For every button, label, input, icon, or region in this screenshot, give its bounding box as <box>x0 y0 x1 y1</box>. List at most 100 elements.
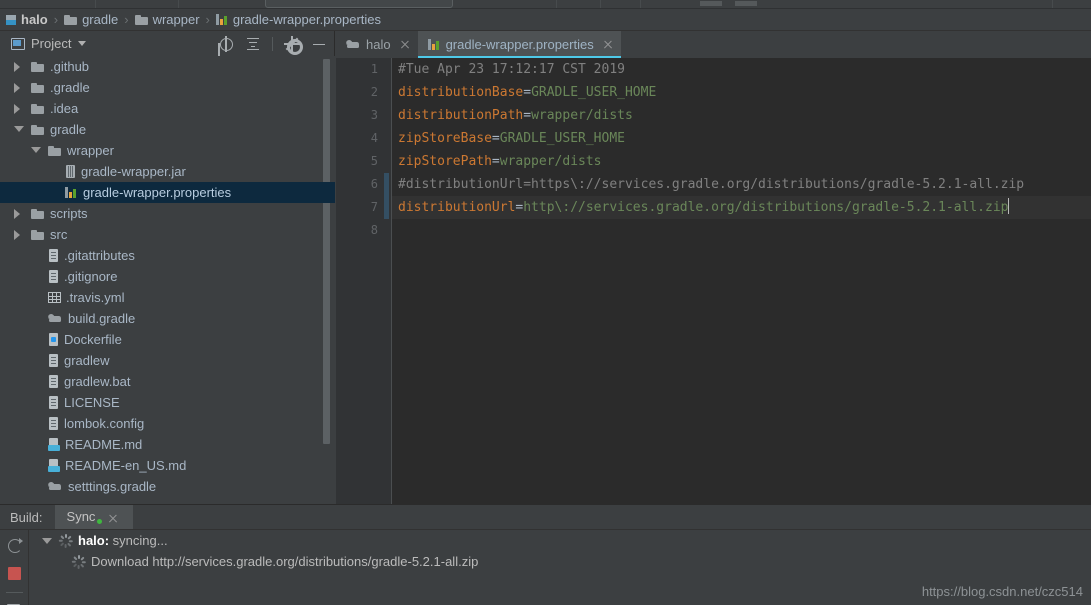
breadcrumb-item-wrapper[interactable]: wrapper <box>134 9 201 31</box>
project-view-selector[interactable]: Project <box>0 36 87 51</box>
code-token-comment: #Tue Apr 23 17:12:17 CST 2019 <box>398 62 625 77</box>
code-token-key: zipStoreBase <box>398 131 492 146</box>
chevron-right-icon[interactable] <box>14 229 20 240</box>
build-side-toolbar <box>0 530 29 605</box>
chevron-right-icon[interactable] <box>14 208 20 219</box>
breadcrumb-item-file[interactable]: gradle-wrapper.properties <box>215 9 382 31</box>
tree-row[interactable]: MD README.md <box>0 434 335 455</box>
build-tab-sync[interactable]: Sync <box>54 505 133 529</box>
tree-row-label: README.md <box>65 437 143 452</box>
code-token-key: distributionBase <box>398 85 524 100</box>
chevron-right-icon[interactable] <box>14 82 20 93</box>
tree-row[interactable]: scripts <box>0 203 335 224</box>
breadcrumb-item-gradle[interactable]: gradle <box>63 9 119 31</box>
folder-icon <box>64 14 78 26</box>
breadcrumb-item-halo[interactable]: halo <box>5 9 49 31</box>
tree-row[interactable]: gradle <box>0 119 335 140</box>
file-icon <box>48 270 59 283</box>
tree-row[interactable]: src <box>0 224 335 245</box>
folder-icon <box>31 103 45 115</box>
tree-row[interactable]: .idea <box>0 98 335 119</box>
chevron-down-icon[interactable] <box>14 126 24 132</box>
tree-row[interactable]: LICENSE <box>0 392 335 413</box>
code-line[interactable]: #Tue Apr 23 17:12:17 CST 2019 <box>392 58 1091 81</box>
build-output-label-text: Download http://services.gradle.org/dist… <box>91 554 479 569</box>
code-token-eq: = <box>491 131 500 146</box>
close-icon[interactable] <box>108 513 118 523</box>
chevron-down-icon[interactable] <box>31 147 41 153</box>
line-number: 1 <box>370 62 378 76</box>
code-line[interactable] <box>392 219 1091 242</box>
line-number: 4 <box>370 131 378 145</box>
tree-row[interactable]: .travis.yml <box>0 287 335 308</box>
code-line[interactable]: distributionBase=GRADLE_USER_HOME <box>392 81 1091 104</box>
gradle-file-icon <box>48 481 63 492</box>
change-marker[interactable] <box>384 196 389 219</box>
tree-row[interactable]: gradle-wrapper.properties <box>0 182 335 203</box>
build-output-row[interactable]: Download http://services.gradle.org/dist… <box>30 551 1091 572</box>
tree-row[interactable]: gradlew <box>0 350 335 371</box>
line-number: 3 <box>370 108 378 122</box>
editor-tab-label: halo <box>366 37 391 52</box>
editor-tab-halo[interactable]: halo <box>336 31 418 58</box>
code-editor[interactable]: 1 2 3 4 5 6 7 8 #Tue Apr 23 17:12:17 CST 2019 di… <box>336 58 1091 504</box>
tree-row[interactable]: .gradle <box>0 77 335 98</box>
gear-icon[interactable] <box>284 35 303 55</box>
project-file-tree[interactable]: .github .gradle .idea gradle wrapper gradle-w… <box>0 56 335 504</box>
folder-icon <box>31 82 45 94</box>
folder-icon <box>31 208 45 220</box>
code-line[interactable]: #distributionUrl=https\://services.gradl… <box>392 173 1091 196</box>
tree-row[interactable]: MD README-en_US.md <box>0 455 335 476</box>
file-icon <box>48 375 59 388</box>
tree-row-label: wrapper <box>67 143 114 158</box>
build-output-row[interactable]: halo: syncing... <box>30 530 1091 551</box>
tree-row-label: .gitignore <box>64 269 118 284</box>
change-marker[interactable] <box>384 173 389 196</box>
code-line[interactable]: zipStorePath=wrapper/dists <box>392 150 1091 173</box>
tree-row[interactable]: Dockerfile <box>0 329 335 350</box>
breadcrumb-label: halo <box>21 12 48 27</box>
code-content[interactable]: #Tue Apr 23 17:12:17 CST 2019 distributio… <box>392 58 1091 504</box>
loading-spinner-icon <box>58 533 73 548</box>
chevron-right-icon[interactable] <box>14 103 20 114</box>
close-icon[interactable] <box>603 40 613 50</box>
code-line[interactable]: distributionUrl=http\://services.gradle.… <box>392 196 1091 219</box>
editor-tab-label: gradle-wrapper.properties <box>445 37 594 52</box>
line-number: 7 <box>370 200 378 214</box>
rerun-icon[interactable] <box>7 538 23 554</box>
markdown-file-icon: MD <box>48 438 60 451</box>
tree-row-label: gradle <box>50 122 87 137</box>
locate-icon[interactable] <box>218 35 234 52</box>
breadcrumb-label: wrapper <box>152 12 200 27</box>
tree-row[interactable]: gradle-wrapper.jar <box>0 161 335 182</box>
gradle-file-icon <box>346 39 361 50</box>
code-token-val: GRADLE_USER_HOME <box>499 131 625 146</box>
folder-icon <box>31 229 45 241</box>
tree-row-label: .gradle <box>50 80 90 95</box>
chevron-down-icon[interactable] <box>78 41 87 46</box>
editor-tab-gradle-wrapper-properties[interactable]: gradle-wrapper.properties <box>417 31 621 58</box>
tree-row[interactable]: .gitattributes <box>0 245 335 266</box>
tree-row[interactable]: .gitignore <box>0 266 335 287</box>
chevron-right-icon[interactable] <box>14 61 20 72</box>
breadcrumb-label: gradle-wrapper.properties <box>232 12 382 27</box>
run-config-combo[interactable] <box>265 0 453 8</box>
tree-row-label: gradlew.bat <box>64 374 131 389</box>
tree-row-label: gradlew <box>64 353 110 368</box>
tree-row[interactable]: build.gradle <box>0 308 335 329</box>
code-line[interactable]: zipStoreBase=GRADLE_USER_HOME <box>392 127 1091 150</box>
line-number-gutter[interactable]: 1 2 3 4 5 6 7 8 <box>336 58 391 504</box>
tree-row[interactable]: setttings.gradle <box>0 476 335 497</box>
tree-row-label: setttings.gradle <box>68 479 157 494</box>
stop-icon[interactable] <box>7 566 23 582</box>
close-icon[interactable] <box>400 40 410 50</box>
tree-row[interactable]: .github <box>0 56 335 77</box>
tree-row[interactable]: wrapper <box>0 140 335 161</box>
minimize-icon[interactable] <box>311 36 327 52</box>
tree-row[interactable]: gradlew.bat <box>0 371 335 392</box>
tree-row[interactable]: lombok.config <box>0 413 335 434</box>
chevron-down-icon[interactable] <box>42 537 52 544</box>
build-tab-label: Sync <box>66 509 96 524</box>
collapse-all-icon[interactable] <box>245 36 261 52</box>
code-line[interactable]: distributionPath=wrapper/dists <box>392 104 1091 127</box>
